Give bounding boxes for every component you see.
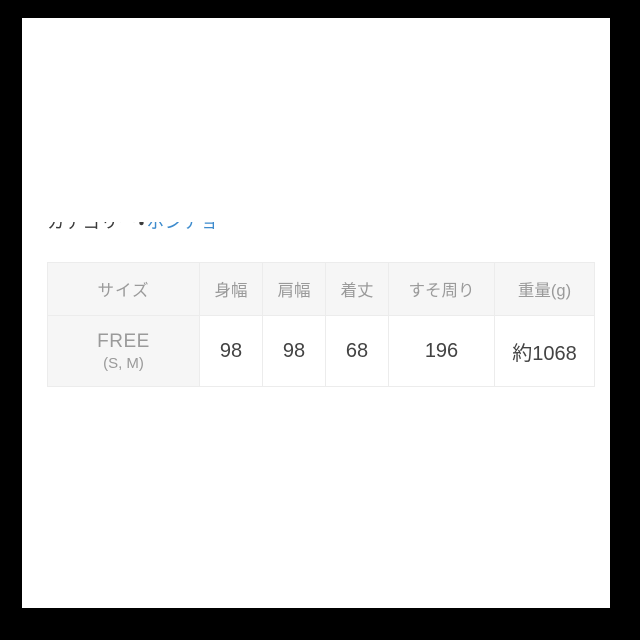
cell-bust: 98	[199, 315, 263, 387]
product-detail-page: カテゴリー・ポンチョ サイズ 身幅 肩幅 着丈 すそ周り 重量(g) FREE …	[22, 18, 610, 608]
cell-size: FREE (S, M)	[47, 315, 200, 387]
size-chart-table: サイズ 身幅 肩幅 着丈 すそ周り 重量(g) FREE (S, M) 98 9…	[47, 262, 595, 387]
size-chart-header: サイズ 身幅 肩幅 着丈 すそ周り 重量(g)	[47, 262, 595, 316]
cell-shoulder: 98	[262, 315, 326, 387]
image-letterbox-frame: カテゴリー・ポンチョ サイズ 身幅 肩幅 着丈 すそ周り 重量(g) FREE …	[0, 0, 640, 640]
size-value-main: FREE	[97, 330, 150, 352]
cell-weight: 約1068	[494, 315, 595, 387]
cell-hem: 196	[388, 315, 495, 387]
column-header-weight: 重量(g)	[494, 262, 595, 316]
category-link-poncho[interactable]: ポンチョ	[147, 222, 219, 232]
category-line-clip: カテゴリー・ポンチョ	[47, 222, 587, 235]
size-value-sub: (S, M)	[103, 354, 144, 372]
column-header-shoulder: 肩幅	[262, 262, 326, 316]
column-header-hem: すそ周り	[388, 262, 495, 316]
category-label: カテゴリー	[47, 222, 137, 232]
column-header-size: サイズ	[47, 262, 200, 316]
cell-length: 68	[325, 315, 389, 387]
table-header-row: サイズ 身幅 肩幅 着丈 すそ周り 重量(g)	[47, 262, 595, 316]
column-header-length: 着丈	[325, 262, 389, 316]
column-header-bust: 身幅	[199, 262, 263, 316]
category-separator: ・	[138, 222, 145, 232]
size-chart-body: FREE (S, M) 98 98 68 196 約1068	[47, 315, 595, 387]
category-breadcrumb: カテゴリー・ポンチョ	[47, 222, 218, 234]
table-row: FREE (S, M) 98 98 68 196 約1068	[47, 315, 595, 387]
